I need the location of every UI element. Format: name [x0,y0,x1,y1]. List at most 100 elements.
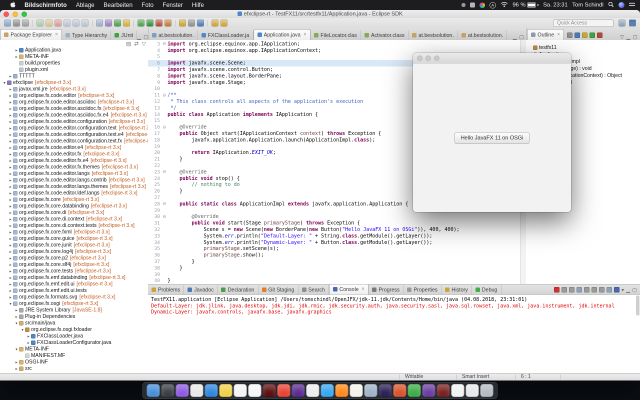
debug-terminate-icon[interactable] [55,20,62,27]
tree-item[interactable]: ▸org.eclipse.fx.code.editor.configuratio… [0,132,148,139]
view-tab-type-hierarchy[interactable]: Type Hierarchy [62,31,111,41]
hello-javafx-button[interactable]: Hello JavaFX 11 on OSGi [455,132,530,144]
step-return-icon[interactable] [82,20,89,27]
menu-item-bearbeiten[interactable]: Bearbeiten [99,2,137,9]
debug-resume-icon[interactable] [37,20,44,27]
clear-console-icon[interactable] [576,287,582,293]
dock-icon-screenshot-app[interactable] [161,384,174,397]
tree-item[interactable]: ▸org.eclipse.fx.code.editor.ldef.langs[e… [0,190,148,197]
dock-icon-notes[interactable] [350,384,363,397]
dock-icon-messages[interactable] [321,384,334,397]
editor-tab-6[interactable]: at.bestsolution. [458,31,507,41]
close-window-button[interactable] [4,11,10,17]
console-tab-search[interactable]: Search [298,285,329,295]
save-all-icon[interactable] [22,20,29,27]
dock-icon-app-store[interactable] [205,384,218,397]
scroll-lock-icon[interactable] [584,287,590,293]
close-tab-icon[interactable]: × [362,287,365,293]
tree-item[interactable]: ▸org.eclipse.fx.code.editor.langs[efxcli… [0,171,148,178]
dock-icon-trash[interactable] [480,384,493,397]
view-tab-package-explorer[interactable]: Package Explorer× [0,29,62,40]
dock-icon-finder[interactable] [147,384,160,397]
open-type-icon[interactable] [188,20,195,27]
console-tab-console[interactable]: Console× [329,284,369,295]
dock-icon-itunes[interactable] [248,384,261,397]
profile-icon[interactable] [156,20,163,27]
wifi-icon[interactable] [500,1,508,9]
dock-icon-photos[interactable] [190,384,203,397]
tree-item[interactable]: ▸org.eclipse.fx.code.editor.fx.e4[efxcli… [0,158,148,165]
photos-status-icon[interactable] [479,2,485,8]
run-icon[interactable] [147,20,154,27]
save-icon[interactable] [13,20,20,27]
back-icon[interactable] [212,20,219,27]
accessibility-icon[interactable]: A [489,2,496,9]
outline-tool-icon-0[interactable] [567,33,573,39]
console-tab-properties[interactable]: Properties [404,285,442,295]
flag-icon[interactable] [114,20,121,27]
forward-icon[interactable] [221,20,228,27]
tree-item[interactable]: ▸org.eclipse.fx.code.editor.asciidoc.fx.… [0,112,148,119]
menu-item-hilfe[interactable]: Hilfe [187,2,208,9]
notification-center-icon[interactable] [629,2,635,9]
javafx-zoom-button[interactable] [434,55,440,61]
step-into-icon[interactable] [64,20,71,27]
open-perspective-icon[interactable] [619,20,626,27]
input-source-icon[interactable] [470,3,475,8]
dock-icon-acrobat[interactable] [263,384,276,397]
minimize-view-icon[interactable]: ▁ [626,288,630,294]
apple-menu-icon[interactable] [5,1,20,10]
console-tab-javadoc[interactable]: Javadoc [184,285,218,295]
dock-icon-shirt-app[interactable] [219,384,232,397]
menu-item-fenster[interactable]: Fenster [158,2,187,9]
editor-tab-3[interactable]: FileLocator.clas [310,31,360,41]
terminate-icon[interactable] [554,287,560,293]
new-java-project-icon[interactable] [179,20,186,27]
java-perspective-icon[interactable] [629,20,636,27]
dock-icon-textedit[interactable] [306,384,319,397]
link-with-editor-icon[interactable]: ⇄ [134,41,139,48]
console-tab-history[interactable]: History [442,285,472,295]
dock-icon-document[interactable] [451,384,464,397]
trace-icon[interactable] [105,20,112,27]
dock-icon-sketch-app[interactable] [393,384,406,397]
dock-icon-preview[interactable] [364,384,377,397]
editor-tab-1[interactable]: FXClassLoader.ja [198,31,253,41]
dock-icon-eclipse-ide[interactable] [379,384,392,397]
tree-item[interactable]: ▸org.eclipse.fx.code.editor.fx.themes[ef… [0,164,148,171]
javafx-window-titlebar[interactable] [413,53,571,64]
menubar-clock[interactable]: Sa. 23:31 [543,2,568,8]
display-selected-console-icon[interactable] [606,287,612,293]
console-tab-debug[interactable]: Debug [472,285,501,295]
menubar-user-name[interactable]: Tom Schindl [572,2,603,8]
open-console-icon[interactable] [614,287,620,293]
close-tab-icon[interactable]: × [55,32,58,38]
view-menu-icon[interactable]: ▽ [142,41,146,48]
dock-icon-patch-app[interactable] [408,384,421,397]
tree-item[interactable]: ▸org.eclipse.fx.code.editor.asciidoc.fx[… [0,106,148,113]
menu-item-foto[interactable]: Foto [137,2,158,9]
tree-item[interactable]: ▸org.eclipse.fx.code.editor.configuratio… [0,138,148,145]
siri-icon[interactable] [619,2,625,8]
battery-indicator[interactable]: 96 % [512,2,538,8]
console-tab-declaration[interactable]: Declaration [218,285,259,295]
tree-item[interactable]: ▸org.eclipse.fx.code.editor.asciidoc[efx… [0,99,148,106]
view-menu-icon[interactable]: ▾ [621,288,624,294]
view-tab-junit[interactable]: JUnit [111,31,137,41]
remove-all-launches-icon[interactable] [569,287,575,293]
remove-launch-icon[interactable] [561,287,567,293]
dock-icon-dev-app[interactable] [437,384,450,397]
new-wizard-icon[interactable] [4,20,11,27]
tree-item[interactable]: ▸org.eclipse.fx.code.editor.configuratio… [0,119,148,126]
view-tab-outline[interactable]: Outline× [527,29,564,40]
dock-icon-mail[interactable] [466,384,479,397]
maximize-view-icon[interactable]: ▢ [632,288,637,294]
dock-icon-firefox[interactable] [335,384,348,397]
quick-access-input[interactable]: Quick Access [553,19,614,27]
menu-item-ablage[interactable]: Ablage [71,2,99,9]
tree-item[interactable]: ▸src [0,366,148,373]
editor-tab-5[interactable]: at.bestsolution. [408,31,457,41]
dock-icon-eclipse-purple[interactable] [292,384,305,397]
zoom-window-button[interactable] [22,11,28,17]
tree-item[interactable]: testfx11 [526,44,640,51]
